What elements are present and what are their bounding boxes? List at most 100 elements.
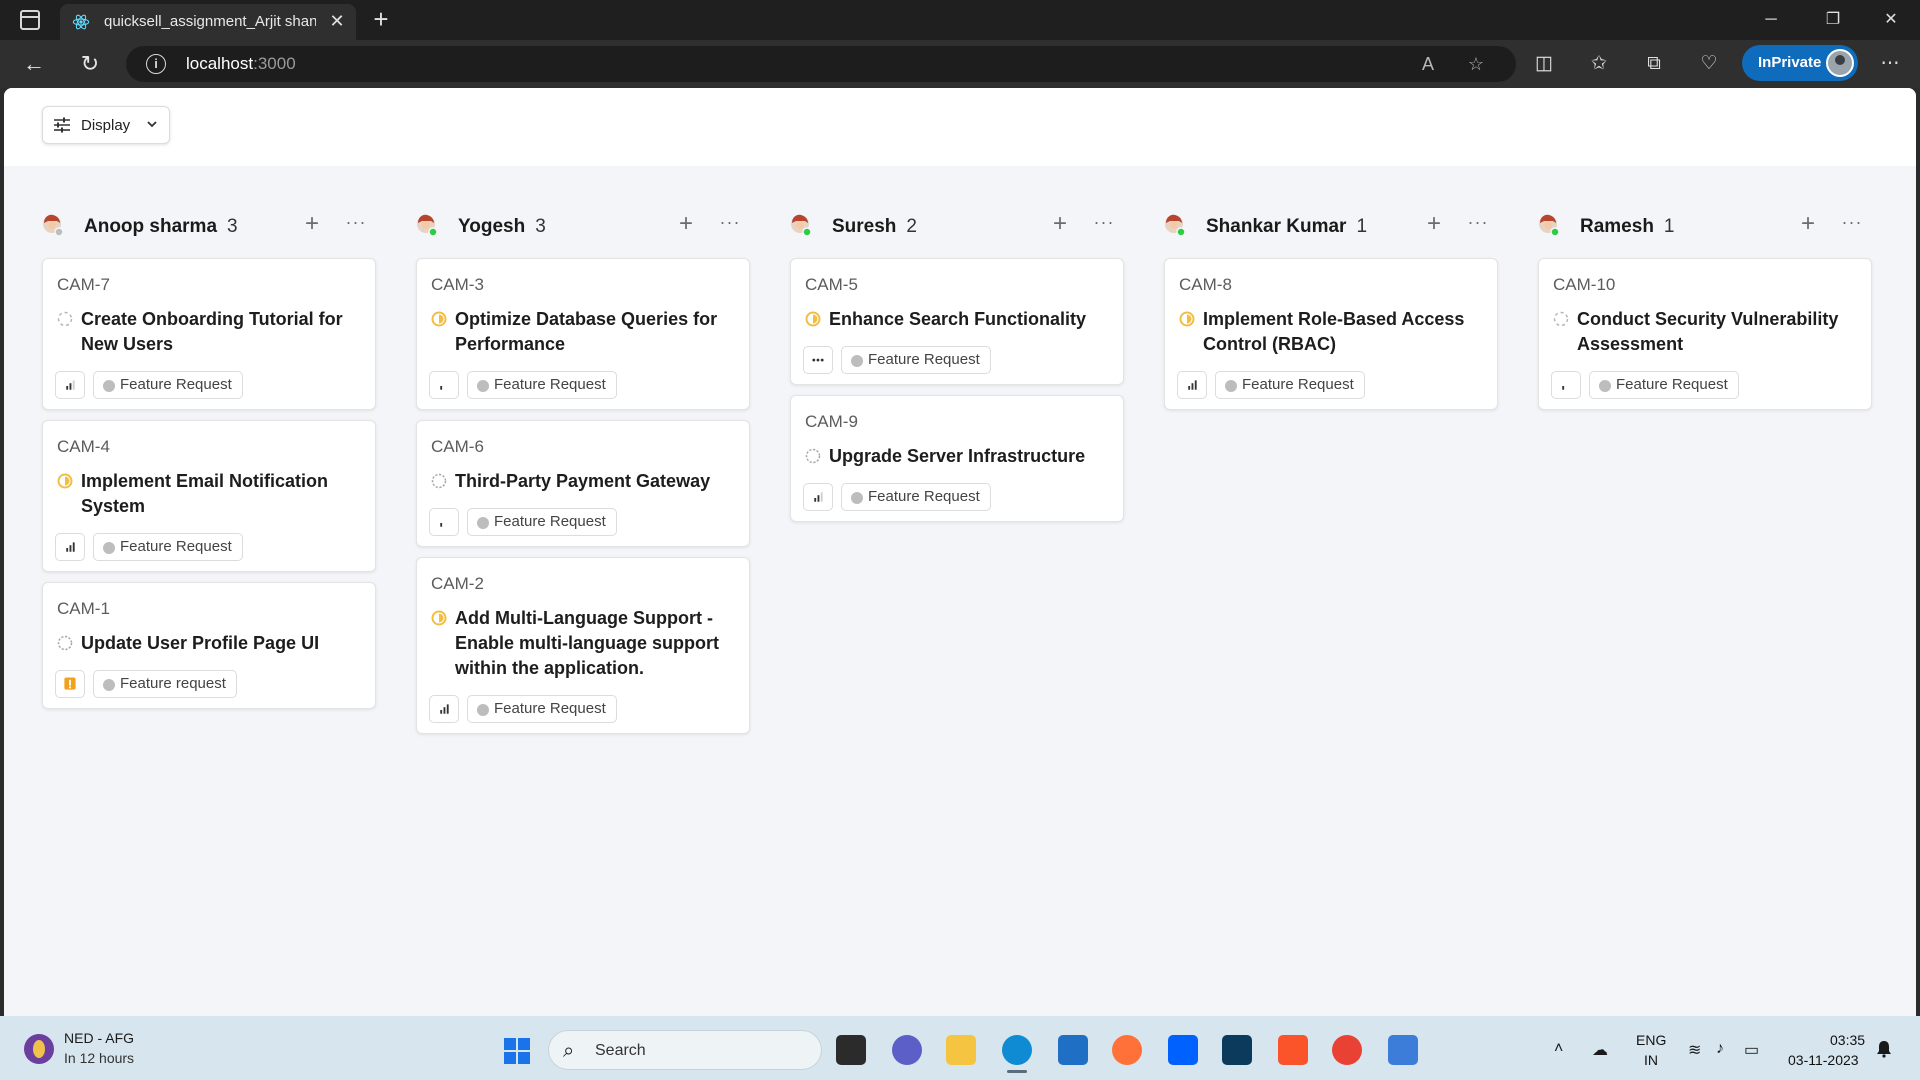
language-indicator[interactable]: ENG: [1636, 1032, 1666, 1048]
user-avatar-icon: [1539, 214, 1560, 236]
board-column: Anoop sharma 3 + ··· CAM-7 Create Onboarding …: [42, 206, 376, 709]
split-screen-icon[interactable]: ◫: [1530, 50, 1558, 78]
taskbar-search[interactable]: ⌕ Search: [548, 1030, 822, 1070]
inprivate-button[interactable]: InPrivate: [1742, 45, 1858, 81]
priority-high-icon: [429, 695, 459, 723]
browser-toolbar: ← ↻ i localhost:3000 A ☆ ◫ ✩ ⧉ ♡ InPriva…: [0, 40, 1920, 88]
tab-close-icon[interactable]: ✕: [326, 10, 348, 32]
status-in-progress-icon: [57, 473, 73, 489]
minimize-button[interactable]: ─: [1748, 4, 1794, 36]
column-more-icon[interactable]: ···: [1466, 212, 1490, 236]
priority-high-icon: [55, 533, 85, 561]
browser-tab[interactable]: quicksell_assignment_Arjit shand ✕: [60, 4, 356, 40]
ticket-id: CAM-1: [57, 599, 110, 618]
column-more-icon[interactable]: ···: [1092, 212, 1116, 236]
column-more-icon[interactable]: ···: [344, 212, 368, 236]
user-avatar-icon: [1165, 214, 1186, 236]
back-button[interactable]: ←: [20, 50, 48, 78]
priority-low-single-icon: [429, 371, 459, 399]
chrome-icon[interactable]: [1332, 1035, 1362, 1065]
add-ticket-button[interactable]: +: [1422, 212, 1446, 236]
add-ticket-button[interactable]: +: [300, 212, 324, 236]
board-column: Yogesh 3 + ··· CAM-3 Optimize Database Querie…: [416, 206, 750, 734]
weather-title[interactable]: NED - AFG: [64, 1030, 134, 1046]
tray-overflow-icon[interactable]: ˄: [1554, 1040, 1563, 1058]
weather-subtitle[interactable]: In 12 hours: [64, 1050, 134, 1066]
ide-icon[interactable]: [1222, 1035, 1252, 1065]
onedrive-icon[interactable]: ☁: [1592, 1040, 1608, 1060]
tag-label: Feature Request: [868, 351, 980, 368]
ticket-title: Enhance Search Functionality: [829, 309, 1087, 329]
tag-dot-icon: [851, 355, 863, 367]
app-window-icon[interactable]: [1388, 1035, 1418, 1065]
battery-icon[interactable]: ▭: [1744, 1040, 1759, 1060]
store-icon[interactable]: [1058, 1035, 1088, 1065]
status-in-progress-icon: [431, 311, 447, 327]
ticket-card[interactable]: CAM-1 Update User Profile Page UI Feature …: [42, 582, 376, 709]
browser-essentials-icon[interactable]: ♡: [1695, 50, 1723, 78]
inprivate-label: InPrivate: [1758, 54, 1822, 71]
notification-bell-icon[interactable]: [1876, 1040, 1892, 1058]
settings-more-icon[interactable]: ⋯: [1876, 50, 1904, 78]
tag-chip: Feature Request: [467, 695, 617, 723]
tag-dot-icon: [477, 517, 489, 529]
tag-chip: Feature Request: [467, 508, 617, 536]
column-more-icon[interactable]: ···: [718, 212, 742, 236]
add-ticket-button[interactable]: +: [1796, 212, 1820, 236]
tag-dot-icon: [103, 542, 115, 554]
add-ticket-button[interactable]: +: [1048, 212, 1072, 236]
add-ticket-button[interactable]: +: [674, 212, 698, 236]
wifi-icon[interactable]: ≋: [1688, 1040, 1701, 1060]
active-app-indicator: [1007, 1070, 1027, 1073]
column-user-name: Shankar Kumar: [1206, 216, 1347, 237]
tag-dot-icon: [103, 380, 115, 392]
status-in-progress-icon: [805, 311, 821, 327]
windows-taskbar: NED - AFG In 12 hours ⌕ Search ˄ ☁ ENG I…: [0, 1016, 1920, 1080]
clock-time[interactable]: 03:35: [1830, 1032, 1865, 1048]
site-info-icon[interactable]: i: [146, 54, 166, 74]
status-in-progress-icon: [431, 610, 447, 626]
ticket-card[interactable]: CAM-2 Add Multi-Language Support - Enable…: [416, 557, 750, 734]
ticket-card[interactable]: CAM-5 Enhance Search Functionality Feature…: [790, 258, 1124, 385]
teams-icon[interactable]: [892, 1035, 922, 1065]
ticket-card[interactable]: CAM-7 Create Onboarding Tutorial for New …: [42, 258, 376, 410]
ticket-card[interactable]: CAM-9 Upgrade Server Infrastructure Featur…: [790, 395, 1124, 522]
favorite-star-icon[interactable]: ☆: [1464, 52, 1488, 76]
volume-icon[interactable]: ♪: [1716, 1040, 1724, 1058]
close-window-button[interactable]: ✕: [1868, 4, 1914, 36]
tag-label: Feature Request: [120, 538, 232, 555]
windows-start-icon[interactable]: [503, 1037, 531, 1065]
read-aloud-icon[interactable]: A: [1416, 52, 1440, 76]
ticket-card[interactable]: CAM-10 Conduct Security Vulnerability Ass…: [1538, 258, 1872, 410]
tag-chip: Feature Request: [467, 371, 617, 399]
ticket-title: Third-Party Payment Gateway: [455, 471, 711, 491]
url-text[interactable]: localhost:3000: [186, 54, 296, 74]
refresh-button[interactable]: ↻: [76, 50, 104, 78]
brave-icon[interactable]: [1278, 1035, 1308, 1065]
display-dropdown-button[interactable]: Display: [42, 106, 170, 144]
column-more-icon[interactable]: ···: [1840, 212, 1864, 236]
tab-actions-icon[interactable]: [20, 10, 40, 30]
ticket-card[interactable]: CAM-3 Optimize Database Queries for Perfo…: [416, 258, 750, 410]
column-user-name: Suresh: [832, 216, 897, 237]
collections-icon[interactable]: ⧉: [1640, 50, 1668, 78]
clock-date[interactable]: 03-11-2023: [1788, 1052, 1859, 1068]
address-bar[interactable]: i localhost:3000 A ☆: [126, 46, 1516, 82]
dropbox-icon[interactable]: [1168, 1035, 1198, 1065]
display-label: Display: [81, 117, 131, 134]
new-tab-button[interactable]: +: [368, 6, 394, 34]
file-explorer-icon[interactable]: [946, 1035, 976, 1065]
ticket-card[interactable]: CAM-6 Third-Party Payment Gateway Feature …: [416, 420, 750, 547]
tag-chip: Feature Request: [841, 346, 991, 374]
ticket-title: Implement Email Notification System: [81, 471, 329, 516]
tag-label: Feature Request: [1242, 376, 1354, 393]
task-view-icon[interactable]: [836, 1035, 866, 1065]
restore-button[interactable]: ❐: [1810, 4, 1856, 36]
edge-icon[interactable]: [1002, 1035, 1032, 1065]
ticket-card[interactable]: CAM-4 Implement Email Notification System…: [42, 420, 376, 572]
firefox-icon[interactable]: [1112, 1035, 1142, 1065]
ticket-card[interactable]: CAM-8 Implement Role-Based Access Control…: [1164, 258, 1498, 410]
weather-icon[interactable]: [24, 1034, 54, 1064]
language-region[interactable]: IN: [1644, 1052, 1658, 1068]
favorites-icon[interactable]: ✩: [1585, 50, 1613, 78]
